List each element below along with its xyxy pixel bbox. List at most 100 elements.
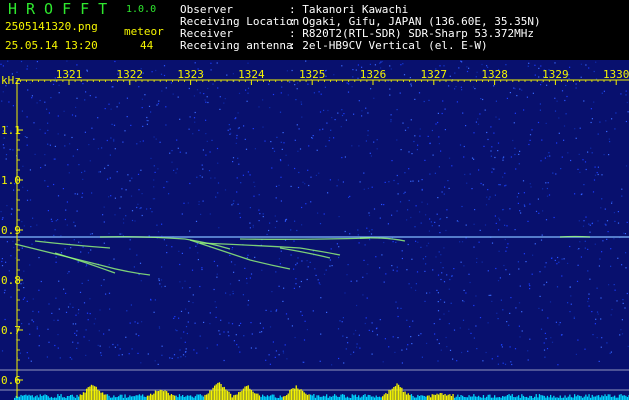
level-bar xyxy=(334,394,336,400)
noise-dot xyxy=(307,83,309,85)
noise-dot xyxy=(341,157,343,159)
level-bar xyxy=(185,396,187,400)
noise-dot xyxy=(209,312,211,314)
noise-dot xyxy=(55,297,57,299)
noise-dot xyxy=(429,173,431,175)
noise-dot xyxy=(122,218,125,220)
noise-dot xyxy=(440,299,442,301)
noise-dot xyxy=(141,107,143,109)
noise-dot xyxy=(544,266,546,268)
noise-dot xyxy=(588,305,590,307)
y-tick-label: 0.6 xyxy=(1,374,21,387)
noise-dot xyxy=(595,61,597,63)
noise-dot xyxy=(287,94,289,96)
noise-dot xyxy=(529,288,531,290)
noise-dot xyxy=(238,324,240,327)
noise-dot xyxy=(64,218,66,221)
noise-dot xyxy=(296,88,298,90)
noise-dot xyxy=(81,192,84,194)
level-bar xyxy=(542,395,544,400)
noise-dot xyxy=(144,94,146,96)
noise-dot xyxy=(497,150,499,152)
noise-dot xyxy=(501,346,503,348)
noise-dot xyxy=(565,84,567,87)
noise-dot xyxy=(218,330,220,332)
noise-dot xyxy=(375,328,378,330)
noise-dot xyxy=(233,271,235,273)
noise-dot xyxy=(54,145,56,147)
level-bar xyxy=(442,394,445,400)
noise-dot xyxy=(2,91,4,93)
noise-dot xyxy=(262,327,264,329)
noise-dot xyxy=(397,183,399,185)
noise-dot xyxy=(26,189,29,192)
level-bar xyxy=(306,394,309,400)
noise-dot xyxy=(57,319,59,321)
noise-dot xyxy=(73,239,75,241)
noise-dot xyxy=(415,289,417,291)
noise-dot xyxy=(206,140,208,142)
noise-dot xyxy=(253,195,255,197)
noise-dot xyxy=(410,83,412,85)
noise-dot xyxy=(185,326,188,328)
noise-dot xyxy=(93,138,95,140)
noise-dot xyxy=(523,192,525,194)
noise-dot xyxy=(417,144,419,146)
noise-dot xyxy=(527,65,529,67)
level-bar xyxy=(66,396,69,400)
level-bar xyxy=(447,394,449,400)
noise-dot xyxy=(228,322,230,324)
noise-dot xyxy=(158,279,160,282)
noise-dot xyxy=(569,311,571,313)
noise-dot xyxy=(374,64,376,66)
noise-dot xyxy=(376,148,378,150)
level-bar xyxy=(449,394,451,400)
noise-dot xyxy=(246,282,248,284)
noise-dot xyxy=(443,281,446,283)
level-bar xyxy=(178,394,181,400)
noise-dot xyxy=(463,265,465,267)
level-bar xyxy=(159,389,161,400)
noise-dot xyxy=(309,261,311,263)
noise-dot xyxy=(575,83,577,85)
noise-dot xyxy=(459,144,462,146)
noise-dot xyxy=(481,63,483,66)
noise-dot xyxy=(209,213,211,215)
noise-dot xyxy=(551,257,553,259)
noise-dot xyxy=(146,123,148,125)
info-header: HROFFT 1.0.0 2505141320.png 25.05.14 13:… xyxy=(0,0,629,60)
noise-dot xyxy=(323,109,325,111)
noise-dot xyxy=(125,336,127,338)
noise-dot xyxy=(585,216,587,218)
noise-dot xyxy=(10,255,12,257)
noise-dot xyxy=(514,153,516,156)
noise-dot xyxy=(33,122,35,124)
noise-dot xyxy=(437,197,439,199)
noise-dot xyxy=(239,351,241,353)
noise-dot xyxy=(173,317,175,319)
noise-dot xyxy=(422,258,424,260)
noise-dot xyxy=(391,214,393,216)
noise-dot xyxy=(514,147,516,149)
noise-dot xyxy=(516,95,518,97)
noise-dot xyxy=(504,172,506,174)
noise-dot xyxy=(116,171,118,173)
noise-dot xyxy=(280,200,282,202)
noise-dot xyxy=(76,347,78,349)
level-bar xyxy=(623,395,625,400)
noise-dot xyxy=(14,257,16,259)
noise-dot xyxy=(458,67,460,69)
noise-dot xyxy=(1,218,3,220)
noise-dot xyxy=(318,282,320,284)
noise-dot xyxy=(29,199,32,201)
noise-dot xyxy=(577,339,579,341)
noise-dot xyxy=(499,219,501,221)
level-bar xyxy=(246,386,248,400)
noise-dot xyxy=(581,193,583,195)
noise-dot xyxy=(231,247,234,249)
noise-dot xyxy=(294,167,296,170)
noise-dot xyxy=(548,152,550,154)
noise-dot xyxy=(193,95,195,97)
noise-dot xyxy=(130,124,132,126)
noise-dot xyxy=(250,347,252,349)
